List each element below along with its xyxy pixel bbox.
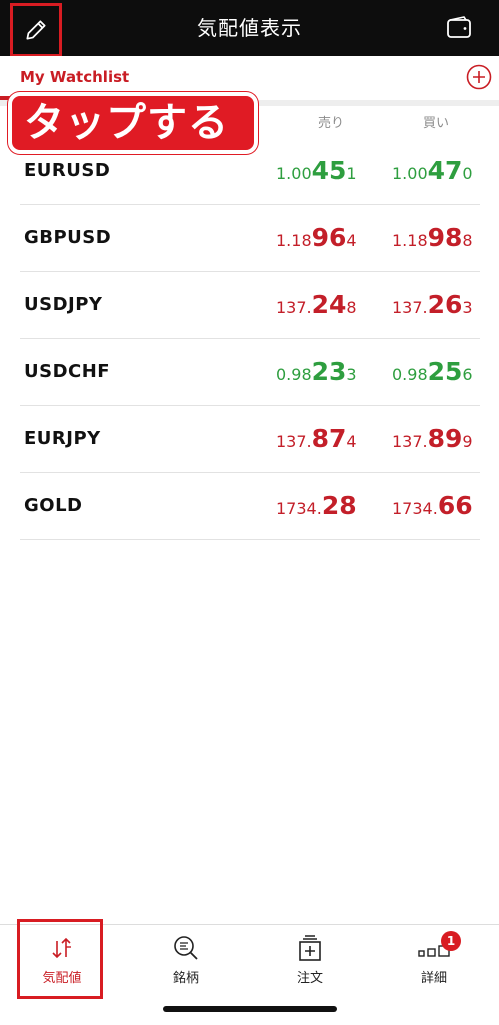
symbol-search-icon <box>174 936 198 960</box>
quote-row[interactable]: GOLD 1734.28 1734.66 <box>20 473 480 540</box>
buy-price[interactable]: 137.899 <box>392 424 473 453</box>
quote-row[interactable]: USDCHF 0.98233 0.98256 <box>20 339 480 406</box>
quote-row[interactable]: GBPUSD 1.18964 1.18988 <box>20 205 480 272</box>
home-indicator <box>163 1006 337 1012</box>
buy-price[interactable]: 1734.66 <box>392 491 473 520</box>
buy-price[interactable]: 0.98256 <box>392 357 473 386</box>
tap-instruction-callout: タップする <box>8 92 258 154</box>
nav-tab-details[interactable]: 1 詳細 <box>372 925 496 999</box>
top-bar: 気配値表示 <box>0 0 499 57</box>
sell-price[interactable]: 1.18964 <box>276 223 357 252</box>
sell-price[interactable]: 137.248 <box>276 290 357 319</box>
plus-circle-icon[interactable] <box>466 64 492 90</box>
nav-tab-order[interactable]: 注文 <box>248 925 372 999</box>
buy-price[interactable]: 1.18988 <box>392 223 473 252</box>
buy-price[interactable]: 1.00470 <box>392 156 473 185</box>
sell-price[interactable]: 1734.28 <box>276 491 357 520</box>
sell-price[interactable]: 0.98233 <box>276 357 357 386</box>
quote-list: EURUSD 1.00451 1.00470 GBPUSD 1.18964 1.… <box>20 138 480 540</box>
sell-column-header: 売り <box>318 116 345 131</box>
symbol-name: USDJPY <box>24 294 103 315</box>
nav-tab-symbols[interactable]: 銘柄 <box>124 925 248 999</box>
nav-label: 詳細 <box>420 971 447 986</box>
nav-highlight-box <box>17 919 103 999</box>
symbol-name: EURJPY <box>24 428 101 449</box>
pencil-icon <box>26 20 46 40</box>
notification-badge: 1 <box>441 931 461 951</box>
page-title: 気配値表示 <box>197 16 302 40</box>
symbol-name: USDCHF <box>24 361 111 382</box>
nav-label: 注文 <box>296 971 323 986</box>
buy-column-header: 買い <box>423 116 450 131</box>
edit-button[interactable] <box>10 3 62 57</box>
symbol-name: GOLD <box>24 495 83 516</box>
wallet-icon <box>447 16 471 38</box>
buy-price[interactable]: 137.263 <box>392 290 473 319</box>
symbol-name: GBPUSD <box>24 227 112 248</box>
sell-price[interactable]: 137.874 <box>276 424 357 453</box>
wallet-button[interactable] <box>445 14 473 42</box>
watchlist-title[interactable]: My Watchlist <box>20 68 129 86</box>
sell-price[interactable]: 1.00451 <box>276 156 357 185</box>
order-icon <box>299 935 321 961</box>
nav-label: 銘柄 <box>172 971 199 986</box>
quote-row[interactable]: USDJPY 137.248 137.263 <box>20 272 480 339</box>
quote-row[interactable]: EURJPY 137.874 137.899 <box>20 406 480 473</box>
symbol-name: EURUSD <box>24 160 111 181</box>
